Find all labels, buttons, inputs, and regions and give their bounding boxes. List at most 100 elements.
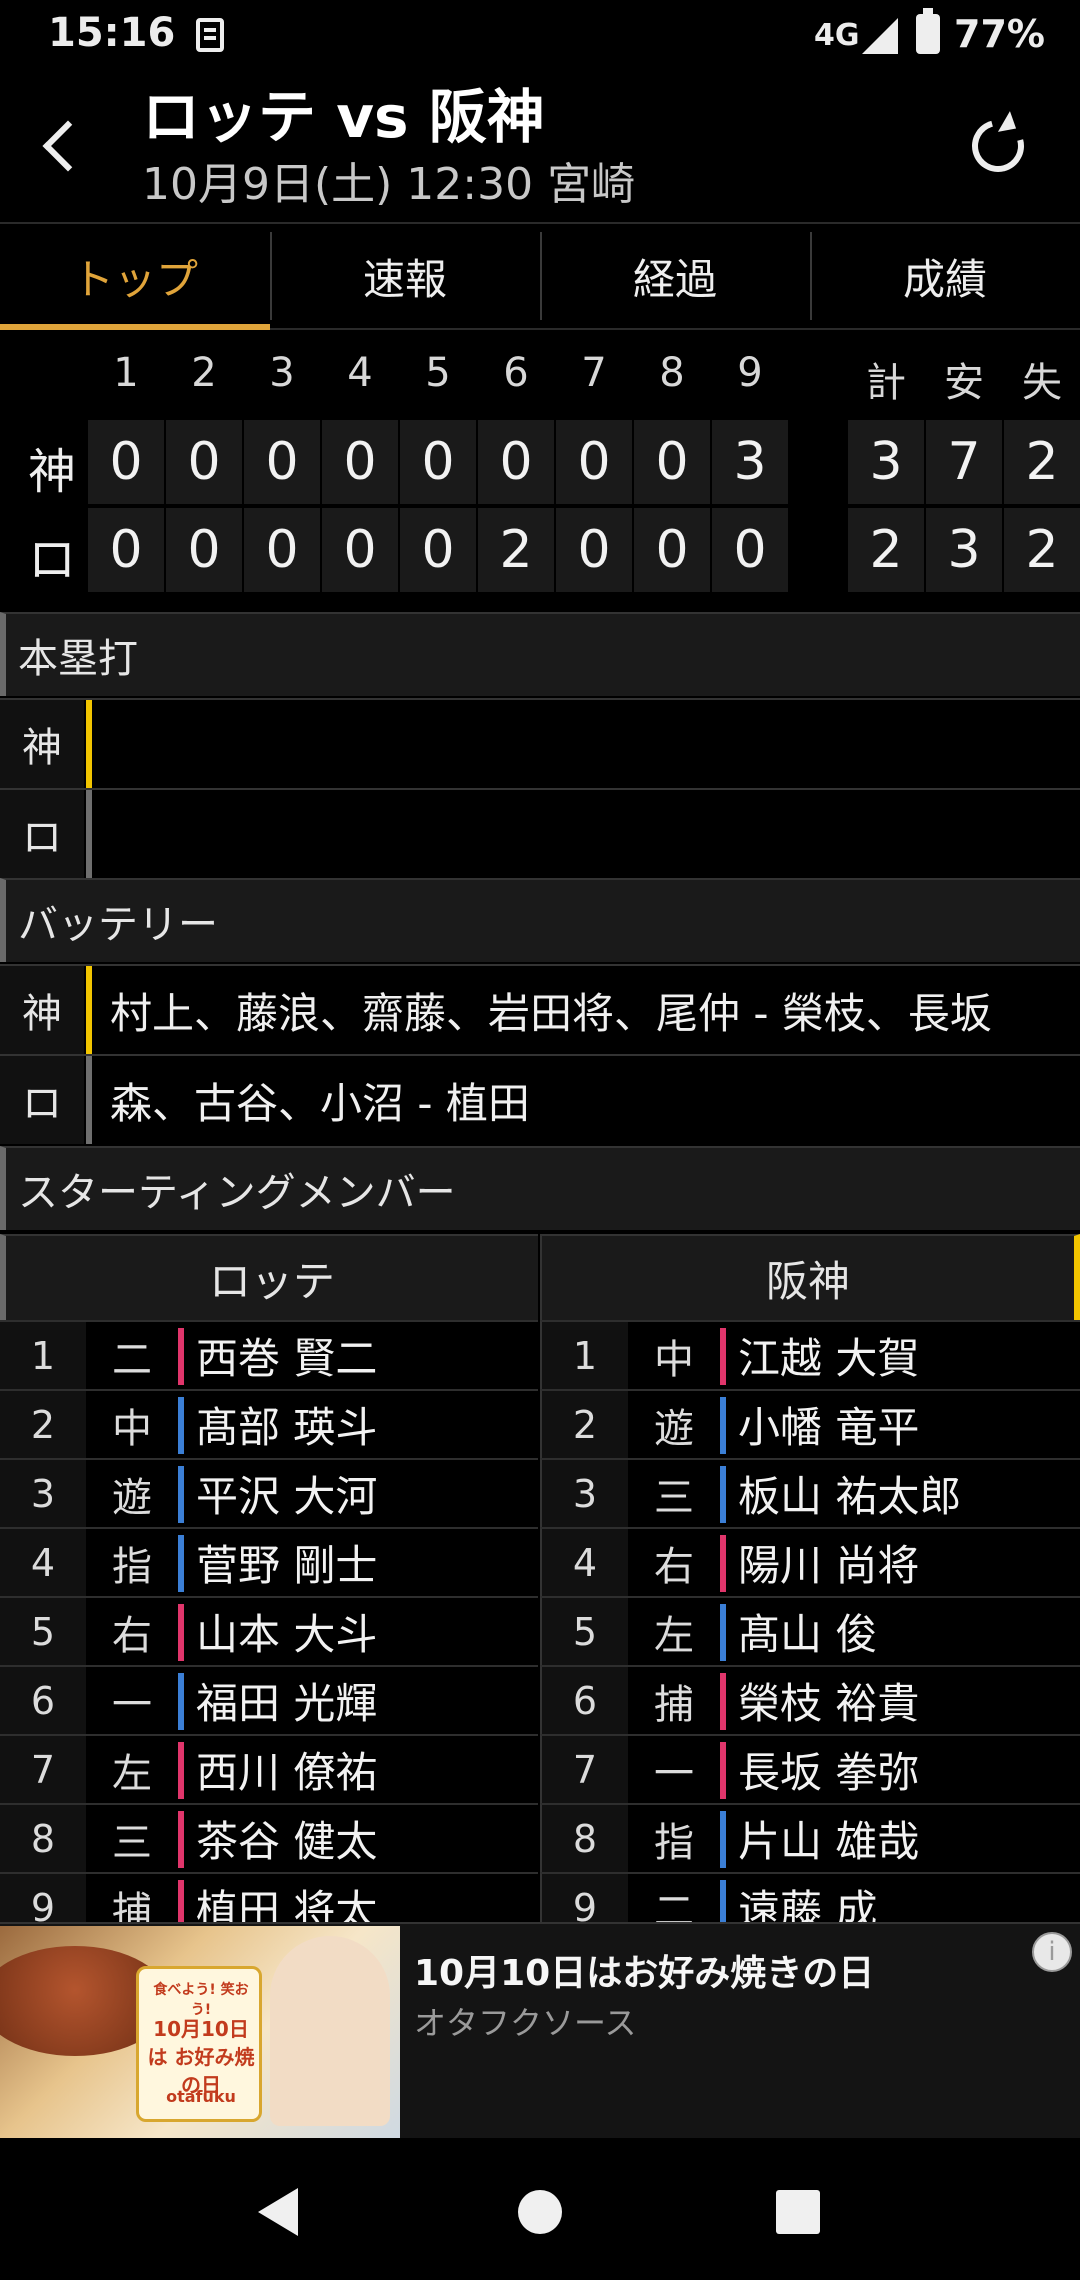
player-color-bar: [720, 1742, 726, 1799]
lineup-row[interactable]: 5 右山本 大斗: [0, 1596, 538, 1665]
total-header: 計: [866, 360, 906, 406]
game-info: 10月9日(土) 12:30 宮崎: [142, 159, 636, 210]
inning-header: 1: [113, 350, 139, 396]
player-name[interactable]: 陽川 尚将: [738, 1529, 919, 1596]
inning-score: 0: [634, 508, 710, 592]
player-color-bar: [178, 1742, 184, 1799]
batting-order: 9: [542, 1874, 628, 1922]
player-name[interactable]: 片山 雄哉: [738, 1805, 919, 1872]
inning-header: 7: [581, 350, 607, 396]
back-arrow-icon[interactable]: [36, 114, 86, 174]
section-battery-heading: バッテリー: [0, 878, 1080, 962]
player-name[interactable]: 茶谷 健太: [196, 1805, 377, 1872]
player-name[interactable]: 西川 僚祐: [196, 1736, 377, 1803]
lineup-row[interactable]: 7 一長坂 拳弥: [540, 1734, 1080, 1803]
player-name[interactable]: 髙山 俊: [738, 1598, 877, 1665]
inning-score: 0: [322, 420, 398, 504]
player-name[interactable]: 山本 大斗: [196, 1598, 377, 1665]
battery-row-lotte: ロ 森、古谷、小沼 - 植田: [0, 1054, 1080, 1144]
inning-header: 2: [191, 350, 217, 396]
player-name[interactable]: 髙部 瑛斗: [196, 1391, 377, 1458]
lineup-row[interactable]: 9 捕 植田 将太: [0, 1872, 538, 1922]
battery-text: 村上、藤浪、齋藤、岩田将、尾仲 - 榮枝、長坂: [110, 988, 992, 1038]
ad-image[interactable]: 食べよう! 笑おう! 10月10日は お好み焼の日 otafuku: [0, 1926, 400, 2138]
lineup-row[interactable]: 2 遊小幡 竜平: [540, 1389, 1080, 1458]
lineup-row[interactable]: 1 中江越 大賀: [540, 1320, 1080, 1389]
player-color-bar: [720, 1880, 726, 1922]
fielding-position: 右: [112, 1612, 152, 1659]
inning-score: 0: [400, 508, 476, 592]
batting-order: 8: [542, 1805, 628, 1872]
tab-progress[interactable]: 経過: [540, 224, 810, 328]
lineup-row[interactable]: 9 二 遠藤 成: [540, 1872, 1080, 1922]
fielding-position: 捕: [654, 1681, 694, 1728]
nav-recent-icon[interactable]: [776, 2190, 820, 2234]
player-color-bar: [178, 1811, 184, 1868]
scoreboard-team: 神: [27, 444, 76, 500]
ad-banner[interactable]: 食べよう! 笑おう! 10月10日は お好み焼の日 otafuku 10月10日…: [0, 1922, 1080, 2138]
team-color-bar: [86, 1056, 92, 1144]
inning-header: 6: [503, 350, 529, 396]
player-color-bar: [178, 1328, 184, 1385]
tab-top[interactable]: トップ: [0, 224, 270, 330]
batting-order: 5: [542, 1598, 628, 1665]
inning-score: 0: [712, 508, 788, 592]
player-name[interactable]: 平沢 大河: [196, 1460, 377, 1527]
lineup-row[interactable]: 6 一福田 光輝: [0, 1665, 538, 1734]
player-name[interactable]: 菅野 剛士: [196, 1529, 377, 1596]
lineup-row[interactable]: 8 指片山 雄哉: [540, 1803, 1080, 1872]
lineup-row[interactable]: 5 左髙山 俊: [540, 1596, 1080, 1665]
player-name[interactable]: 板山 祐太郎: [738, 1460, 961, 1527]
player-name[interactable]: 西巻 賢二: [196, 1322, 377, 1389]
fielding-position: 捕: [112, 1888, 152, 1923]
inning-score: 0: [556, 420, 632, 504]
player-name[interactable]: 遠藤 成: [738, 1874, 877, 1922]
total-score: 2: [1004, 420, 1080, 504]
tab-stats[interactable]: 成績: [810, 224, 1080, 328]
inning-score: 0: [322, 508, 398, 592]
section-homeruns-heading: 本塁打: [0, 612, 1080, 696]
batting-order: 5: [0, 1598, 86, 1665]
total-score: 2: [1004, 508, 1080, 592]
ad-badge-brand: otafuku: [166, 2087, 236, 2106]
lineup-row[interactable]: 8 三茶谷 健太: [0, 1803, 538, 1872]
player-color-bar: [178, 1880, 184, 1922]
player-name[interactable]: 小幡 竜平: [738, 1391, 919, 1458]
player-name[interactable]: 長坂 拳弥: [738, 1736, 919, 1803]
batting-order: 1: [0, 1322, 86, 1389]
lineup-row[interactable]: 4 右陽川 尚将: [540, 1527, 1080, 1596]
fielding-position: 右: [654, 1543, 694, 1590]
inning-score: 0: [634, 420, 710, 504]
lineup-row[interactable]: 3 遊平沢 大河: [0, 1458, 538, 1527]
inning-score: 0: [166, 420, 242, 504]
lineup-team-lotte: ロッテ: [0, 1234, 538, 1320]
ad-sponsor: オタフクソース: [414, 2004, 637, 2042]
team-color-bar: [86, 700, 92, 788]
lineup-row[interactable]: 7 左西川 僚祐: [0, 1734, 538, 1803]
lineup-row[interactable]: 6 捕榮枝 裕貴: [540, 1665, 1080, 1734]
fielding-position: 遊: [112, 1474, 152, 1521]
player-name[interactable]: 江越 大賀: [738, 1322, 919, 1389]
ad-info-icon[interactable]: i: [1032, 1932, 1072, 1972]
battery-percent: 77%: [954, 12, 1045, 56]
player-name[interactable]: 榮枝 裕貴: [738, 1667, 919, 1734]
player-color-bar: [720, 1811, 726, 1868]
lineup-row[interactable]: 4 指菅野 剛士: [0, 1527, 538, 1596]
total-score: 3: [926, 508, 1002, 592]
ad-title[interactable]: 10月10日はお好み焼きの日: [414, 1944, 874, 1996]
ad-badge: 食べよう! 笑おう! 10月10日は お好み焼の日 otafuku: [136, 1966, 262, 2122]
player-name[interactable]: 植田 将太: [196, 1874, 377, 1922]
lineup-row[interactable]: 3 三板山 祐太郎: [540, 1458, 1080, 1527]
battery-icon: [916, 8, 940, 54]
fielding-position: 中: [654, 1336, 694, 1383]
lineup-row[interactable]: 1 二西巻 賢二: [0, 1320, 538, 1389]
nav-home-icon[interactable]: [518, 2190, 562, 2234]
fielding-position: 三: [112, 1819, 152, 1866]
nav-back-icon[interactable]: [258, 2188, 298, 2236]
refresh-icon[interactable]: [968, 116, 1024, 172]
player-name[interactable]: 福田 光輝: [196, 1667, 377, 1734]
lineup-row[interactable]: 2 中髙部 瑛斗: [0, 1389, 538, 1458]
network-type: 4G: [814, 18, 860, 53]
tab-live[interactable]: 速報: [270, 224, 540, 328]
batting-order: 7: [0, 1736, 86, 1803]
